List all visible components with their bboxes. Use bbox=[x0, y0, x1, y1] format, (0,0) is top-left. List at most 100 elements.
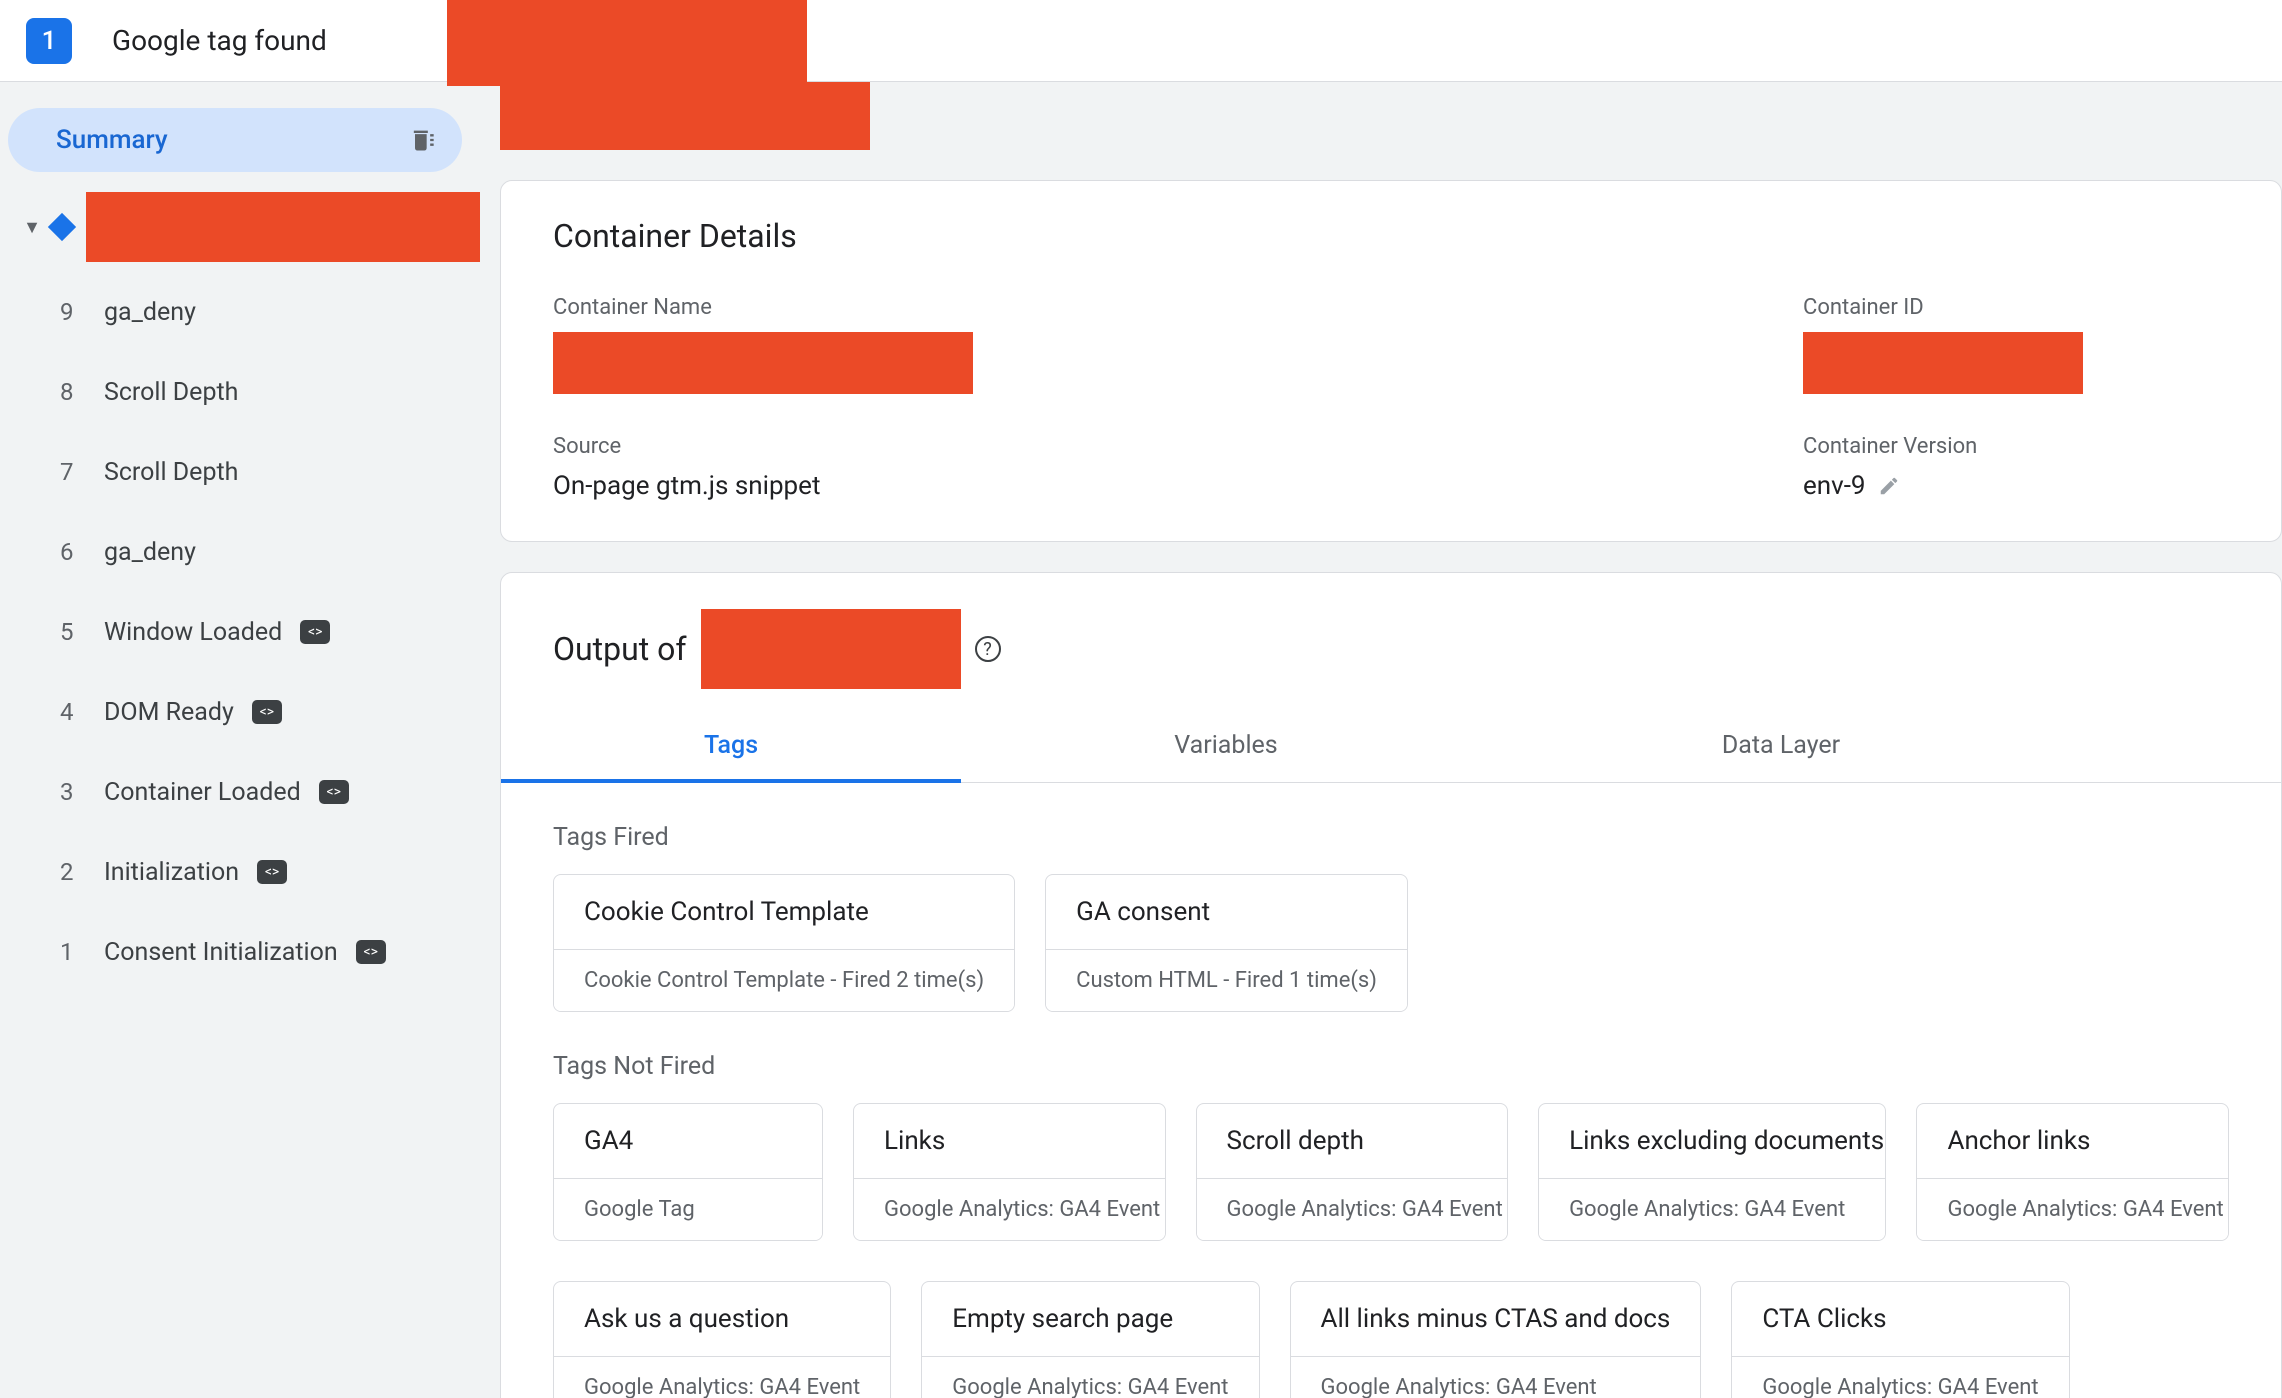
tag-card[interactable]: All links minus CTAS and docs Google Ana… bbox=[1290, 1281, 1702, 1398]
tag-card[interactable]: Cookie Control Template Cookie Control T… bbox=[553, 874, 1015, 1012]
event-name: Scroll Depth bbox=[104, 378, 238, 407]
event-name: Initialization bbox=[104, 858, 239, 887]
tag-card[interactable]: Links excluding documents Google Analyti… bbox=[1538, 1103, 1886, 1241]
event-index: 6 bbox=[60, 538, 104, 566]
summary-pill[interactable]: Summary bbox=[8, 108, 462, 172]
tag-name: GA consent bbox=[1046, 875, 1407, 949]
code-chip-icon: <> bbox=[356, 940, 386, 964]
version-value: env-9 bbox=[1803, 471, 1866, 501]
tag-card[interactable]: Anchor links Google Analytics: GA4 Event bbox=[1916, 1103, 2229, 1241]
tab-variables[interactable]: Variables bbox=[961, 709, 1491, 782]
tag-sub: Google Analytics: GA4 Event bbox=[1197, 1178, 1508, 1240]
diamond-icon bbox=[48, 213, 76, 241]
tags-not-fired-row: Ask us a question Google Analytics: GA4 … bbox=[553, 1281, 2229, 1398]
event-row[interactable]: 3 Container Loaded <> bbox=[0, 752, 480, 832]
tag-card[interactable]: CTA Clicks Google Analytics: GA4 Event bbox=[1731, 1281, 2069, 1398]
tag-name: All links minus CTAS and docs bbox=[1291, 1282, 1701, 1356]
event-row[interactable]: 6 ga_deny bbox=[0, 512, 480, 592]
tag-name: Empty search page bbox=[922, 1282, 1258, 1356]
event-index: 2 bbox=[60, 858, 104, 886]
tag-sub: Google Analytics: GA4 Event bbox=[1539, 1178, 1885, 1240]
tag-sub: Google Analytics: GA4 Event bbox=[1732, 1356, 2068, 1398]
tag-name: Scroll depth bbox=[1197, 1104, 1508, 1178]
tab-consent[interactable]: Consent bbox=[2071, 709, 2282, 782]
event-index: 5 bbox=[60, 618, 104, 646]
event-row[interactable]: 5 Window Loaded <> bbox=[0, 592, 480, 672]
tag-name: Anchor links bbox=[1917, 1104, 2228, 1178]
redacted-block bbox=[447, 0, 807, 86]
code-chip-icon: <> bbox=[300, 620, 330, 644]
source-value: On-page gtm.js snippet bbox=[553, 471, 1803, 501]
event-name: Consent Initialization bbox=[104, 938, 338, 967]
edit-icon[interactable] bbox=[1878, 475, 1900, 497]
code-chip-icon: <> bbox=[319, 780, 349, 804]
sidebar: Summary ▼ 9 ga_deny 8 Scroll Depth 7 Scr… bbox=[0, 82, 480, 1398]
output-heading-prefix: Output of bbox=[553, 630, 687, 668]
output-tabs: Tags Variables Data Layer Consent bbox=[501, 709, 2281, 783]
event-name: Container Loaded bbox=[104, 778, 301, 807]
tag-card[interactable]: Ask us a question Google Analytics: GA4 … bbox=[553, 1281, 891, 1398]
tag-sub: Cookie Control Template - Fired 2 time(s… bbox=[554, 949, 1014, 1011]
event-row[interactable]: 8 Scroll Depth bbox=[0, 352, 480, 432]
tag-card[interactable]: Scroll depth Google Analytics: GA4 Event bbox=[1196, 1103, 1509, 1241]
container-details-card: Container Details Container Name Source … bbox=[500, 180, 2282, 542]
summary-label: Summary bbox=[56, 125, 406, 155]
tag-card[interactable]: GA consent Custom HTML - Fired 1 time(s) bbox=[1045, 874, 1408, 1012]
tag-card[interactable]: GA4 Google Tag bbox=[553, 1103, 823, 1241]
tab-data-layer[interactable]: Data Layer bbox=[1491, 709, 2071, 782]
tag-name: GA4 bbox=[554, 1104, 822, 1178]
tags-fired-row: Cookie Control Template Cookie Control T… bbox=[553, 874, 2229, 1012]
event-row[interactable]: 1 Consent Initialization <> bbox=[0, 912, 480, 992]
tag-sub: Google Analytics: GA4 Event bbox=[1917, 1178, 2228, 1240]
tag-sub: Google Analytics: GA4 Event bbox=[554, 1356, 890, 1398]
redacted-block bbox=[1803, 332, 2083, 394]
tag-sub: Google Analytics: GA4 Event bbox=[922, 1356, 1258, 1398]
tag-name: Cookie Control Template bbox=[554, 875, 1014, 949]
clear-icon[interactable] bbox=[406, 126, 438, 154]
tag-card[interactable]: Empty search page Google Analytics: GA4 … bbox=[921, 1281, 1259, 1398]
tag-sub: Google Tag bbox=[554, 1178, 822, 1240]
tags-not-fired-label: Tags Not Fired bbox=[553, 1052, 2229, 1081]
top-bar: 1 Google tag found bbox=[0, 0, 2282, 82]
code-chip-icon: <> bbox=[252, 700, 282, 724]
event-row[interactable]: 9 ga_deny bbox=[0, 272, 480, 352]
event-row[interactable]: 2 Initialization <> bbox=[0, 832, 480, 912]
event-index: 4 bbox=[60, 698, 104, 726]
redacted-block bbox=[500, 82, 870, 150]
event-index: 3 bbox=[60, 778, 104, 806]
code-chip-icon: <> bbox=[257, 860, 287, 884]
event-name: Scroll Depth bbox=[104, 458, 238, 487]
field-label: Container Version bbox=[1803, 434, 2229, 459]
tag-name: Links excluding documents bbox=[1539, 1104, 1885, 1178]
event-row[interactable]: 4 DOM Ready <> bbox=[0, 672, 480, 752]
event-index: 9 bbox=[60, 298, 104, 326]
field-label: Source bbox=[553, 434, 1803, 459]
tab-tags[interactable]: Tags bbox=[501, 709, 961, 782]
event-index: 1 bbox=[60, 938, 104, 966]
event-name: DOM Ready bbox=[104, 698, 234, 727]
tag-name: Ask us a question bbox=[554, 1282, 890, 1356]
tag-sub: Custom HTML - Fired 1 time(s) bbox=[1046, 949, 1407, 1011]
card-heading: Container Details bbox=[553, 217, 2229, 255]
tag-sub: Google Analytics: GA4 Event bbox=[854, 1178, 1165, 1240]
caret-down-icon[interactable]: ▼ bbox=[12, 217, 52, 238]
field-label: Container Name bbox=[553, 295, 1803, 320]
tag-name: Links bbox=[854, 1104, 1165, 1178]
event-index: 7 bbox=[60, 458, 104, 486]
redacted-block bbox=[701, 609, 961, 689]
event-name: ga_deny bbox=[104, 298, 196, 327]
event-row[interactable]: 7 Scroll Depth bbox=[0, 432, 480, 512]
redacted-block bbox=[86, 192, 480, 262]
tag-sub: Google Analytics: GA4 Event bbox=[1291, 1356, 1701, 1398]
tag-card[interactable]: Links Google Analytics: GA4 Event bbox=[853, 1103, 1166, 1241]
event-name: ga_deny bbox=[104, 538, 196, 567]
event-name: Window Loaded bbox=[104, 618, 282, 647]
tag-name: CTA Clicks bbox=[1732, 1282, 2068, 1356]
help-icon[interactable]: ? bbox=[975, 636, 1001, 662]
site-row[interactable]: ▼ bbox=[0, 192, 480, 262]
tags-fired-label: Tags Fired bbox=[553, 823, 2229, 852]
event-index: 8 bbox=[60, 378, 104, 406]
tag-count-badge: 1 bbox=[26, 18, 72, 64]
output-card: Output of ? Tags Variables Data Layer Co… bbox=[500, 572, 2282, 1398]
event-list: 9 ga_deny 8 Scroll Depth 7 Scroll Depth … bbox=[0, 262, 480, 992]
